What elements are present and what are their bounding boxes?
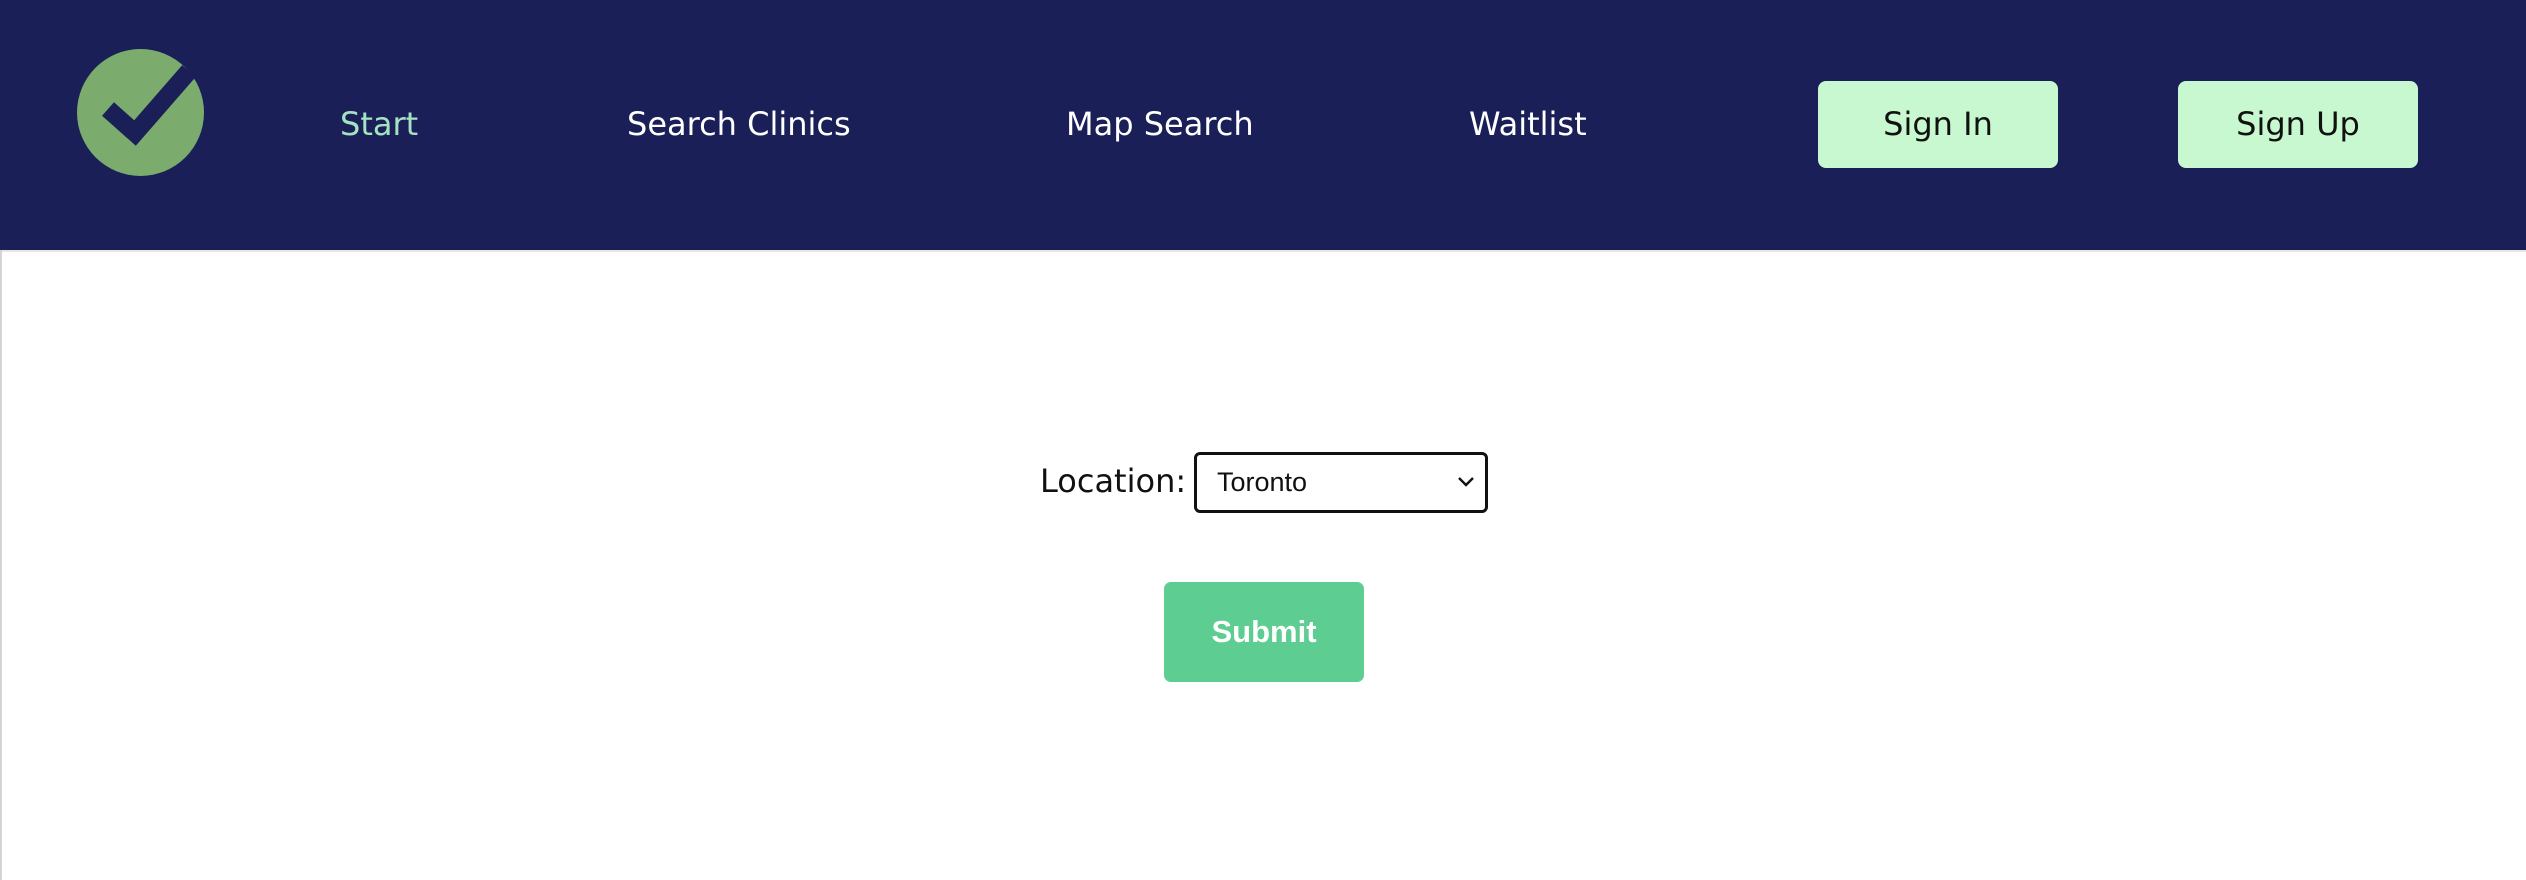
nav-link-search-clinics[interactable]: Search Clinics xyxy=(627,104,851,144)
chevron-down-icon xyxy=(1457,475,1475,489)
location-label: Location: xyxy=(1040,462,1187,500)
nav-link-map-search[interactable]: Map Search xyxy=(1066,104,1254,144)
sign-up-button[interactable]: Sign Up xyxy=(2178,81,2418,168)
sign-in-button[interactable]: Sign In xyxy=(1818,81,2058,168)
submit-button[interactable]: Submit xyxy=(1164,582,1364,682)
page-left-border xyxy=(0,250,2,880)
nav-link-start[interactable]: Start xyxy=(340,104,418,144)
location-select[interactable]: Toronto xyxy=(1194,452,1488,513)
logo[interactable] xyxy=(77,49,204,176)
location-select-value: Toronto xyxy=(1217,467,1308,497)
top-navbar: Start Search Clinics Map Search Waitlist… xyxy=(0,0,2526,250)
checkmark-circle-icon xyxy=(77,49,204,176)
nav-link-waitlist[interactable]: Waitlist xyxy=(1469,104,1587,144)
divider xyxy=(0,250,2526,252)
